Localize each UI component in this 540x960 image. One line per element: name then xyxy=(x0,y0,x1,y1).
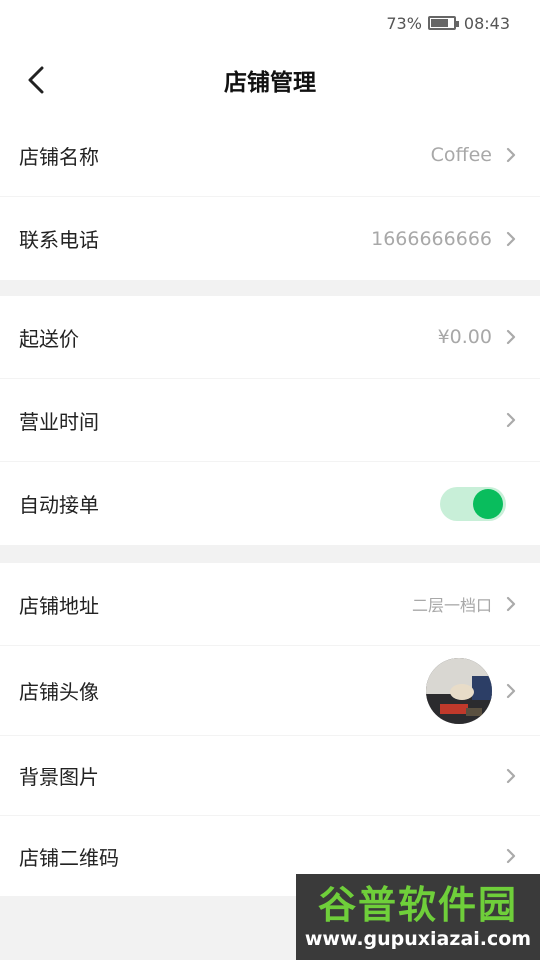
row-label: 背景图片 xyxy=(19,765,99,789)
auto-accept-toggle[interactable] xyxy=(440,486,506,521)
chevron-right-icon xyxy=(506,412,516,428)
chevron-right-icon xyxy=(506,596,516,612)
status-bar: 73% 08:43 xyxy=(0,0,540,46)
nav-bar: 店铺管理 xyxy=(0,46,540,114)
row-background-image[interactable]: 背景图片 xyxy=(0,736,540,816)
chevron-right-icon xyxy=(506,683,516,698)
row-label: 营业时间 xyxy=(19,409,99,434)
contact-phone-value: 1666666666 xyxy=(371,227,492,250)
row-label: 店铺地址 xyxy=(19,593,99,618)
page-title: 店铺管理 xyxy=(224,70,316,96)
row-min-order[interactable]: 起送价 ¥0.00 xyxy=(0,296,540,379)
watermark-title: 谷普软件园 xyxy=(317,883,518,927)
store-info-group: 店铺名称 Coffee 联系电话 1666666666 xyxy=(0,114,540,280)
chevron-right-icon xyxy=(506,768,516,783)
store-name-value: Coffee xyxy=(430,144,492,166)
business-settings-group: 起送价 ¥0.00 营业时间 自动接单 xyxy=(0,296,540,545)
chevron-right-icon xyxy=(506,231,516,246)
row-store-avatar[interactable]: 店铺头像 xyxy=(0,646,540,736)
row-contact-phone[interactable]: 联系电话 1666666666 xyxy=(0,197,540,280)
row-label: 联系电话 xyxy=(19,228,99,252)
clock: 08:43 xyxy=(463,13,510,33)
min-order-value: ¥0.00 xyxy=(437,326,492,348)
row-label: 自动接单 xyxy=(19,493,99,517)
row-store-name[interactable]: 店铺名称 Coffee xyxy=(0,114,540,197)
chevron-right-icon xyxy=(506,147,516,163)
store-address-value: 二层一档口 xyxy=(411,596,492,615)
row-label: 店铺头像 xyxy=(19,680,99,704)
battery-icon xyxy=(427,16,459,30)
chevron-right-icon xyxy=(506,329,516,345)
row-store-address[interactable]: 店铺地址 二层一档口 xyxy=(0,563,540,646)
row-label: 店铺二维码 xyxy=(19,845,119,870)
watermark-url: www.gupuxiazai.com xyxy=(304,928,532,950)
chevron-right-icon xyxy=(506,848,516,864)
row-business-hours[interactable]: 营业时间 xyxy=(0,379,540,462)
avatar xyxy=(426,657,492,724)
watermark: 谷普软件园 www.gupuxiazai.com xyxy=(296,874,540,960)
toggle-knob xyxy=(473,488,503,519)
row-label: 起送价 xyxy=(19,326,79,351)
row-label: 店铺名称 xyxy=(19,144,99,169)
battery-percentage: 73% xyxy=(386,13,422,33)
store-profile-group: 店铺地址 二层一档口 店铺头像 背景图片 店铺二维码 xyxy=(0,563,540,896)
row-auto-accept: 自动接单 xyxy=(0,462,540,545)
